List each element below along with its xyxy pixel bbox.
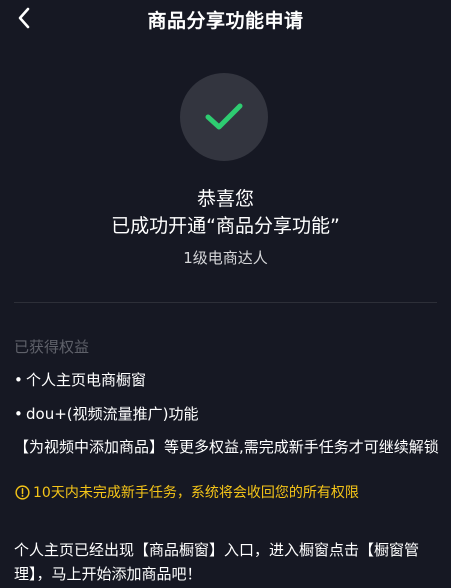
exclamation-circle-icon bbox=[14, 484, 30, 500]
more-rights-text: 【为视频中添加商品】等更多权益,需完成新手任务才可继续解锁 bbox=[14, 438, 439, 456]
bullet: • bbox=[14, 405, 23, 423]
list-item: • dou+(视频流量推广)功能 bbox=[14, 404, 198, 424]
rights-item-label: 个人主页电商橱窗 bbox=[26, 371, 147, 389]
list-item: • 个人主页电商橱窗 bbox=[14, 370, 198, 390]
rights-item-label: dou+(视频流量推广)功能 bbox=[26, 405, 199, 423]
bullet: • bbox=[14, 371, 23, 389]
bottom-note: 个人主页已经出现【商品橱窗】入口，进入橱窗点击【橱窗管理】，马上开始添加商品吧！ bbox=[14, 541, 420, 583]
success-badge bbox=[180, 73, 268, 161]
level-text: 1级电商达人 bbox=[183, 249, 268, 267]
top-bar: 商品分享功能申请 bbox=[0, 0, 451, 36]
page-title: 商品分享功能申请 bbox=[147, 10, 304, 32]
checkmark-icon bbox=[205, 103, 243, 130]
page: 商品分享功能申请 恭喜您 已成功开通“商品分享功能” 1级电商达人 已获得权益 … bbox=[0, 0, 451, 588]
warning-text: 10天内未完成新手任务，系统将会收回您的所有权限 bbox=[33, 485, 359, 501]
congrats-text: 恭喜您 bbox=[196, 188, 254, 210]
rights-title: 已获得权益 bbox=[14, 338, 90, 356]
warning-row: 10天内未完成新手任务，系统将会收回您的所有权限 bbox=[14, 482, 359, 502]
feature-opened-text: 已成功开通“商品分享功能” bbox=[111, 215, 340, 237]
divider bbox=[14, 302, 437, 303]
rights-list: • 个人主页电商橱窗 • dou+(视频流量推广)功能 bbox=[14, 370, 198, 438]
